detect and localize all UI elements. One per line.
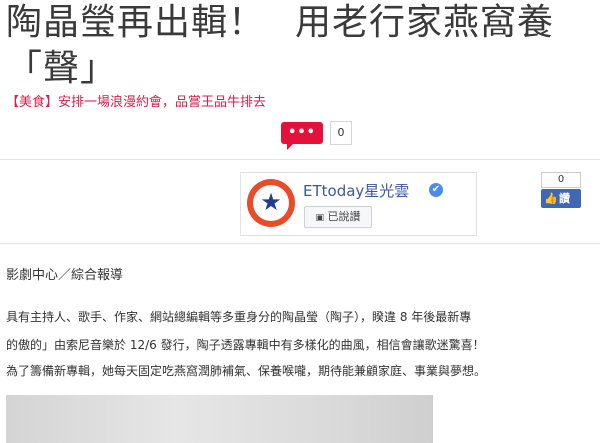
fanpage-logo[interactable]: ★ xyxy=(247,179,295,227)
thumbs-up-icon: 👍 xyxy=(544,192,558,205)
article-paragraph: 的傲的」由索尼音樂於 12/6 發行，陶子透露專輯中有多樣化的曲風，相信會讓歌迷… xyxy=(6,338,485,352)
like-count: 0 xyxy=(541,172,581,188)
star-icon: ★ xyxy=(260,188,282,216)
article-byline: 影劇中心／綜合報導 xyxy=(6,268,124,283)
article-paragraph: 具有主持人、歌手、作家、網站總編輯等多重身分的陶晶瑩（陶子），睽違 8 年後最新… xyxy=(6,310,472,324)
promo-link[interactable]: 【美食】安排一場浪漫約會，品嘗王品牛排去 xyxy=(6,91,266,110)
divider xyxy=(0,159,600,160)
speech-bubble-tail xyxy=(287,144,293,150)
like-label: 讚 xyxy=(559,192,570,205)
comment-dots-icon: ••• xyxy=(288,125,316,140)
article-title-line-1: 陶晶瑩再出輯！ 用老行家燕窩養 xyxy=(6,0,596,46)
divider xyxy=(0,243,600,244)
comment-count: 0 xyxy=(330,121,352,145)
fanpage-name[interactable]: ETtoday星光雲 xyxy=(303,180,409,201)
article-title-line-2: 「聲」 xyxy=(6,48,118,89)
fanpage-like-label: 已說讚 xyxy=(327,210,361,223)
article-title: 陶晶瑩再出輯！ 用老行家燕窩養 「聲」 xyxy=(6,0,596,92)
article-paragraph: 為了籌備新專輯，她每天固定吃燕窩潤肺補氣、保養喉嚨，期待能兼顧家庭、事業與夢想。 xyxy=(6,364,487,378)
facebook-like-button[interactable]: 👍 讚 xyxy=(541,189,581,208)
article-title-part-2: 用老行家燕窩養 xyxy=(295,2,555,43)
fanpage-widget: ★ ETtoday星光雲 ✔ ▣ 已說讚 xyxy=(240,172,477,236)
comment-button[interactable]: ••• xyxy=(281,122,323,150)
article-photo xyxy=(6,395,433,443)
verified-badge-icon: ✔ xyxy=(429,183,443,197)
fanpage-like-button[interactable]: ▣ 已說讚 xyxy=(304,206,372,228)
fb-like-icon: ▣ xyxy=(315,213,324,223)
article-title-part-1: 陶晶瑩再出輯！ xyxy=(6,2,266,43)
